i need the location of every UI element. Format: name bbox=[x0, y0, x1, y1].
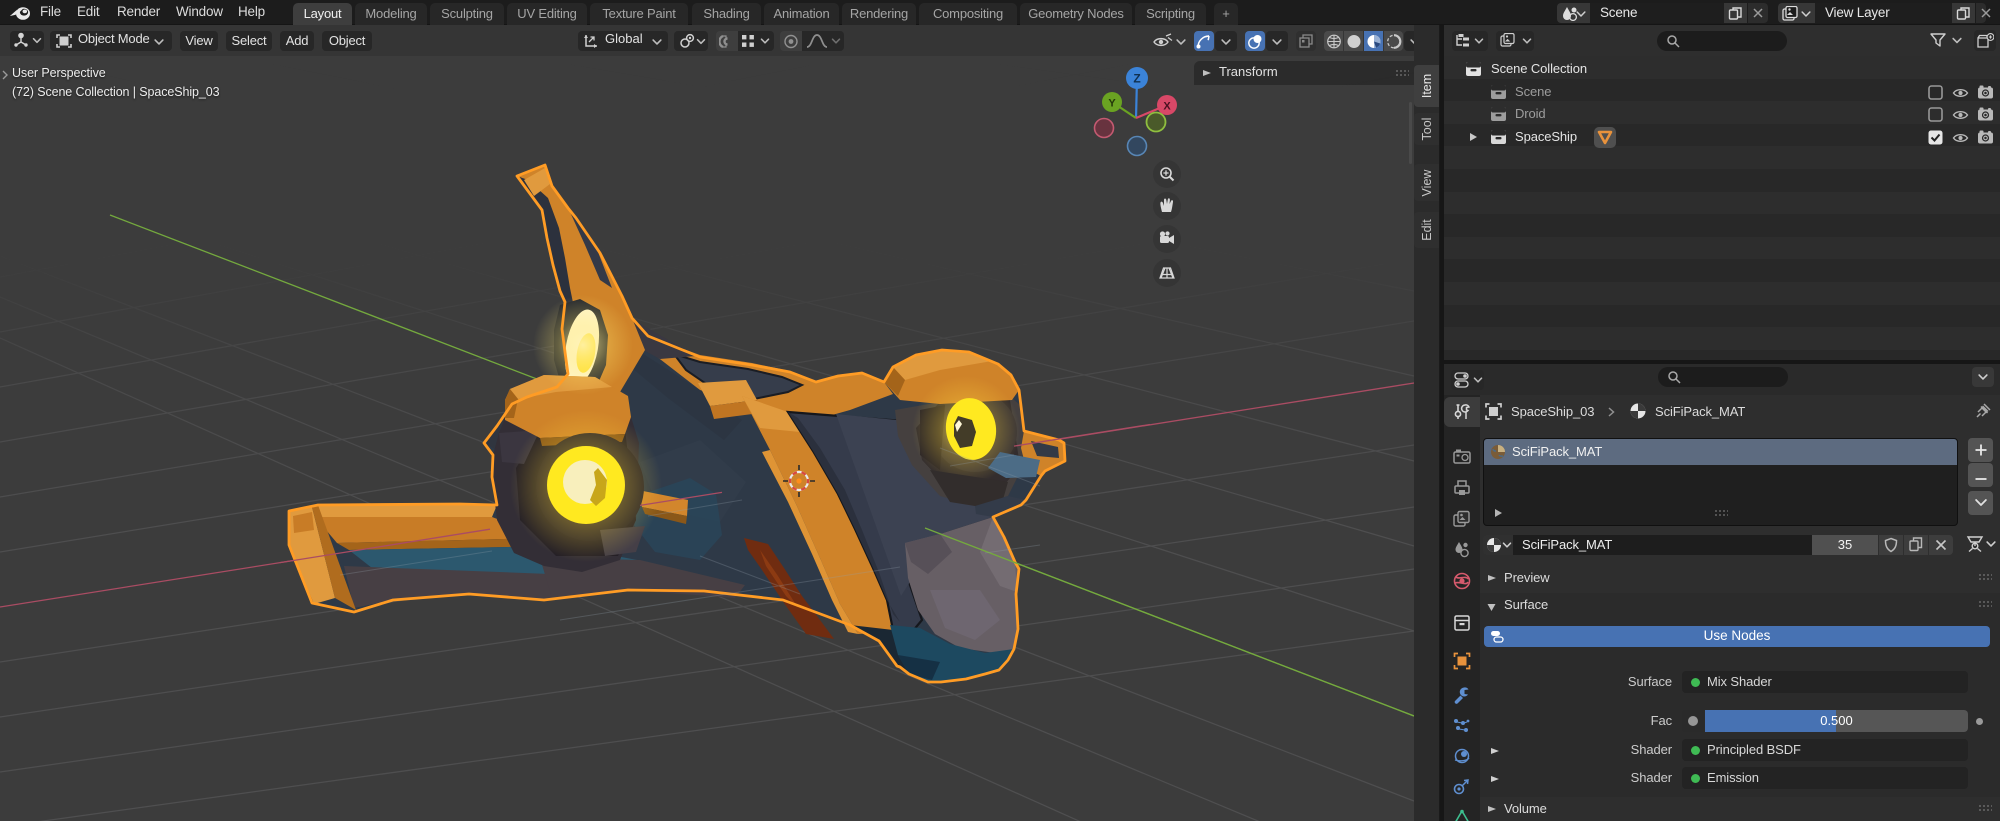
svg-text:Y: Y bbox=[1108, 98, 1116, 110]
svg-text:Z: Z bbox=[1133, 72, 1140, 86]
svg-text:X: X bbox=[1163, 101, 1171, 113]
